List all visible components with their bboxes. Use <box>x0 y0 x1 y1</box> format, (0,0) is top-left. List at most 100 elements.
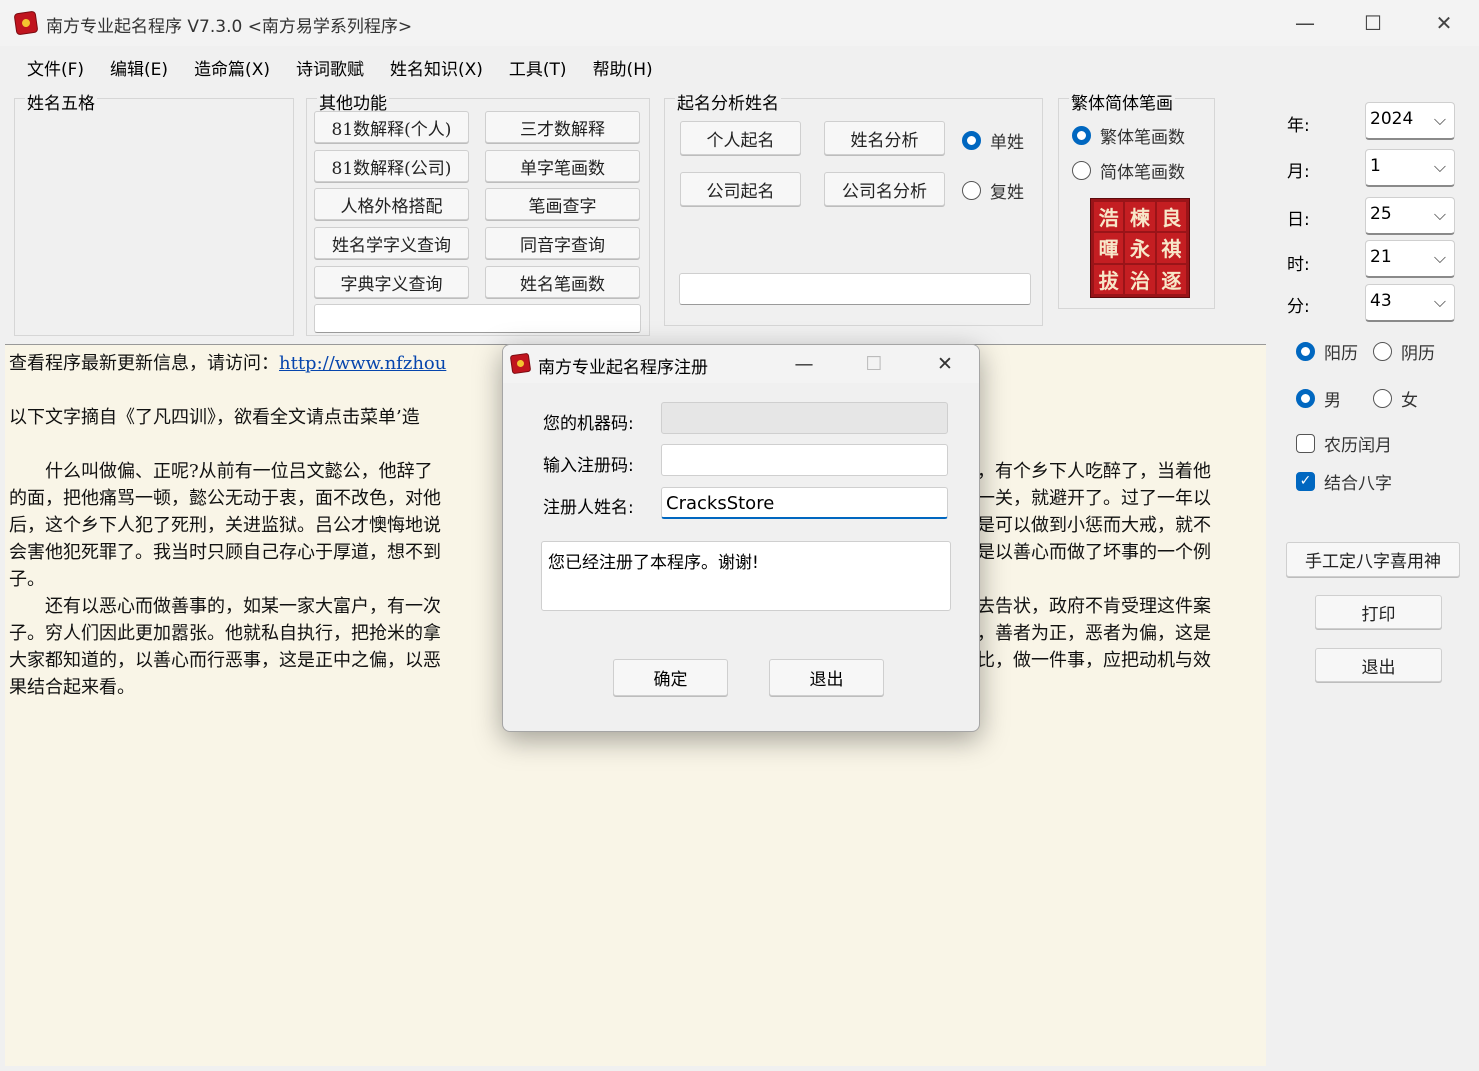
p2-right-line: 比，做一件事，应把动机与效 <box>977 650 1211 671</box>
calligraphy-char: 暉 <box>1094 233 1124 263</box>
name-analysis-button[interactable]: 姓名分析 <box>824 121 945 155</box>
male-label: 男 <box>1324 391 1341 411</box>
minute-select[interactable]: 43 ⌵ <box>1365 284 1455 322</box>
menu-bar: 文件(F) 编辑(E) 造命篇(X) 诗词歌赋 姓名知识(X) 工具(T) 帮助… <box>0 46 1479 88</box>
male-radio[interactable]: 男 <box>1296 386 1341 411</box>
single-surname-radio[interactable]: 单姓 <box>962 128 1024 153</box>
p1-right-line: 一关，就避开了。过了一年以 <box>977 488 1211 509</box>
menu-edit[interactable]: 编辑(E) <box>97 55 181 80</box>
reg-code-input[interactable] <box>661 444 948 476</box>
naming-panel-title: 起名分析姓名 <box>675 89 781 114</box>
menu-poetry[interactable]: 诗词歌赋 <box>283 55 377 80</box>
month-select[interactable]: 1 ⌵ <box>1365 149 1455 187</box>
p1-right-line: 是可以做到小惩而大戒，就不 <box>977 515 1211 536</box>
81-personal-button[interactable]: 81数解释(个人) <box>314 111 469 143</box>
female-label: 女 <box>1401 391 1418 411</box>
title-bar: 南方专业起名程序 V7.3.0 <南方易学系列程序> — ☐ ✕ <box>0 0 1479 46</box>
day-select[interactable]: 25 ⌵ <box>1365 197 1455 235</box>
p1-right-column: ，有个乡下人吃醉了，当着他 一关，就避开了。过了一年以 是可以做到小惩而大戒，就… <box>977 458 1266 566</box>
dialog-close-button[interactable]: ✕ <box>928 349 962 379</box>
naming-input[interactable] <box>679 273 1031 305</box>
menu-tools[interactable]: 工具(T) <box>496 55 580 80</box>
menu-name-knowledge[interactable]: 姓名知识(X) <box>377 55 496 80</box>
hour-select[interactable]: 21 ⌵ <box>1365 240 1455 278</box>
calligraphy-char: 永 <box>1125 233 1155 263</box>
simplified-strokes-radio[interactable]: 简体笔画数 <box>1072 158 1185 183</box>
calligraphy-char: 楝 <box>1125 202 1155 232</box>
personal-naming-button[interactable]: 个人起名 <box>680 121 801 155</box>
menu-file[interactable]: 文件(F) <box>14 55 97 80</box>
manual-bazi-button[interactable]: 手工定八字喜用神 <box>1286 542 1460 577</box>
day-value: 25 <box>1370 204 1392 224</box>
checkbox-box <box>1296 434 1315 453</box>
wuge-panel-title: 姓名五格 <box>25 89 97 114</box>
single-surname-label: 单姓 <box>990 133 1024 153</box>
female-radio[interactable]: 女 <box>1373 386 1418 411</box>
p2-right-line: 去告状，政府不肯受理这件案 <box>977 596 1211 617</box>
dialog-title-bar: 南方专业起名程序注册 — ☐ ✕ <box>503 345 979 383</box>
chevron-down-icon: ⌵ <box>1433 205 1446 224</box>
stroke-lookup-button[interactable]: 笔画查字 <box>485 188 640 220</box>
year-label: 年: <box>1287 116 1310 136</box>
dialog-app-icon <box>509 352 532 375</box>
reg-code-label: 输入注册码: <box>543 456 634 476</box>
company-analysis-button[interactable]: 公司名分析 <box>824 172 945 206</box>
name-meaning-button[interactable]: 姓名学字义查询 <box>314 227 469 259</box>
radio-dot <box>1373 389 1392 408</box>
print-button[interactable]: 打印 <box>1315 595 1442 629</box>
traditional-strokes-radio[interactable]: 繁体笔画数 <box>1072 123 1185 148</box>
reg-name-label: 注册人姓名: <box>543 498 634 518</box>
homophone-button[interactable]: 同音字查询 <box>485 227 640 259</box>
name-strokes-button[interactable]: 姓名笔画数 <box>485 266 640 298</box>
leap-month-checkbox[interactable]: 农历闰月 <box>1296 431 1392 456</box>
bazi-checkbox[interactable]: ✓ 结合八字 <box>1296 469 1392 494</box>
dialog-exit-button[interactable]: 退出 <box>769 659 884 696</box>
chevron-down-icon: ⌵ <box>1433 110 1446 129</box>
dictionary-button[interactable]: 字典字义查询 <box>314 266 469 298</box>
sancai-button[interactable]: 三才数解释 <box>485 111 640 143</box>
menu-help[interactable]: 帮助(H) <box>580 55 666 80</box>
menu-zaoming[interactable]: 造命篇(X) <box>181 55 283 80</box>
81-company-button[interactable]: 81数解释(公司) <box>314 150 469 182</box>
double-surname-radio[interactable]: 复姓 <box>962 178 1024 203</box>
double-surname-label: 复姓 <box>990 183 1024 203</box>
month-label: 月: <box>1287 162 1310 182</box>
company-naming-button[interactable]: 公司起名 <box>680 172 801 206</box>
p2-right-line: ，善者为正，恶者为偏，这是 <box>977 623 1211 644</box>
calligraphy-char: 逐 <box>1156 264 1186 294</box>
wuge-panel: 姓名五格 <box>14 89 294 336</box>
minimize-button[interactable]: — <box>1285 8 1325 38</box>
exit-button[interactable]: 退出 <box>1315 648 1442 682</box>
calligraphy-char: 治 <box>1125 264 1155 294</box>
year-select[interactable]: 2024 ⌵ <box>1365 102 1455 140</box>
registration-dialog: 南方专业起名程序注册 — ☐ ✕ 您的机器码: 输入注册码: 注册人姓名: Cr… <box>502 344 980 732</box>
hour-value: 21 <box>1370 247 1392 267</box>
radio-dot <box>962 131 981 150</box>
ok-button[interactable]: 确定 <box>613 659 728 696</box>
solar-calendar-radio[interactable]: 阳历 <box>1296 339 1358 364</box>
lunar-calendar-radio[interactable]: 阴历 <box>1373 339 1435 364</box>
info-line-1-text: 查看程序最新更新信息，请访问： <box>9 353 279 374</box>
lunar-calendar-label: 阴历 <box>1401 344 1435 364</box>
chevron-down-icon: ⌵ <box>1433 157 1446 176</box>
p1-right-line: ，有个乡下人吃醉了，当着他 <box>977 461 1211 482</box>
leap-month-label: 农历闰月 <box>1324 436 1392 456</box>
p1-right-line: 是以善心而做了坏事的一个例 <box>977 542 1211 563</box>
single-char-strokes-button[interactable]: 单字笔画数 <box>485 150 640 182</box>
close-button[interactable]: ✕ <box>1424 8 1464 38</box>
year-value: 2024 <box>1370 109 1414 129</box>
renge-waige-button[interactable]: 人格外格搭配 <box>314 188 469 220</box>
dialog-minimize-button[interactable]: — <box>787 349 821 379</box>
chevron-down-icon: ⌵ <box>1433 292 1446 311</box>
calligraphy-image: 浩 楝 良 暉 永 祺 拔 治 逐 <box>1090 198 1190 298</box>
dialog-maximize-button: ☐ <box>865 353 883 375</box>
radio-dot <box>1072 161 1091 180</box>
dialog-title: 南方专业起名程序注册 <box>538 358 708 378</box>
registration-message: 您已经注册了本程序。谢谢! <box>541 541 951 611</box>
radio-dot <box>1072 126 1091 145</box>
reg-name-input[interactable]: CracksStore <box>661 487 948 519</box>
machine-code-label: 您的机器码: <box>543 414 634 434</box>
maximize-button[interactable]: ☐ <box>1353 8 1393 38</box>
website-link[interactable]: http://www.nfzhou <box>279 353 446 374</box>
other-functions-input[interactable] <box>314 304 641 333</box>
